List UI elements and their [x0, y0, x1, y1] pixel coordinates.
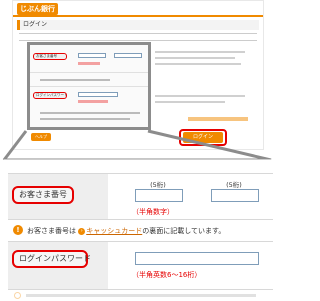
- faded-text-line: [26, 294, 256, 297]
- thumbnail-right-column: [155, 51, 251, 109]
- login-page-thumbnail: じぶん銀行 ログイン お客さま番号 ログインパスワード ヘルプ ログイン: [12, 0, 264, 150]
- digits-hint-right: (5桁): [226, 181, 242, 189]
- bank-logo: じぶん銀行: [17, 3, 58, 15]
- thumbnail-text-line: [155, 63, 241, 65]
- customer-number-row: お客さま番号 (5桁) (5桁) （半角数字）: [8, 173, 273, 220]
- thumbnail-header: じぶん銀行: [13, 1, 263, 17]
- login-button-highlight: [179, 129, 227, 146]
- thumbnail-page-title: ログイン: [17, 20, 259, 30]
- thumbnail-forgot-link[interactable]: [188, 117, 248, 121]
- thumbnail-text-line: [155, 101, 225, 103]
- customer-number-hint: （半角数字）: [132, 208, 174, 216]
- customer-number-label: お客さま番号: [12, 186, 74, 204]
- cash-card-link[interactable]: キャッシュカード: [86, 227, 142, 235]
- info-icon: !: [13, 225, 23, 235]
- zoomed-login-form: お客さま番号 (5桁) (5桁) （半角数字） ! お客さま番号は › キャッシュ…: [4, 159, 273, 301]
- thumbnail-help-button[interactable]: ヘルプ: [31, 133, 51, 141]
- customer-number-info: ! お客さま番号は › キャッシュカードの裏面に記載しています。: [8, 220, 273, 242]
- zoom-highlight-frame: [27, 42, 151, 130]
- password-input[interactable]: [135, 252, 259, 265]
- info-prefix: お客さま番号は: [27, 227, 76, 235]
- thumbnail-intro-text: [19, 33, 257, 41]
- password-row: ログインパスワード （半角英数6〜16桁）: [8, 242, 273, 290]
- password-hint: （半角英数6〜16桁）: [132, 271, 202, 279]
- faded-next-row: [12, 291, 267, 300]
- password-label: ログインパスワード: [12, 250, 91, 268]
- info-suffix: の裏面に記載しています。: [142, 227, 226, 235]
- digits-hint-left: (5桁): [150, 181, 166, 189]
- customer-number-input-1[interactable]: [135, 189, 183, 202]
- thumbnail-text-line: [155, 95, 245, 97]
- faded-radio-icon: [14, 292, 21, 299]
- link-arrow-icon: ›: [78, 227, 86, 235]
- customer-number-input-2[interactable]: [211, 189, 259, 202]
- thumbnail-text-line: [155, 57, 235, 59]
- thumbnail-text-line: [155, 51, 245, 53]
- customer-number-info-text: お客さま番号は › キャッシュカードの裏面に記載しています。: [27, 226, 225, 236]
